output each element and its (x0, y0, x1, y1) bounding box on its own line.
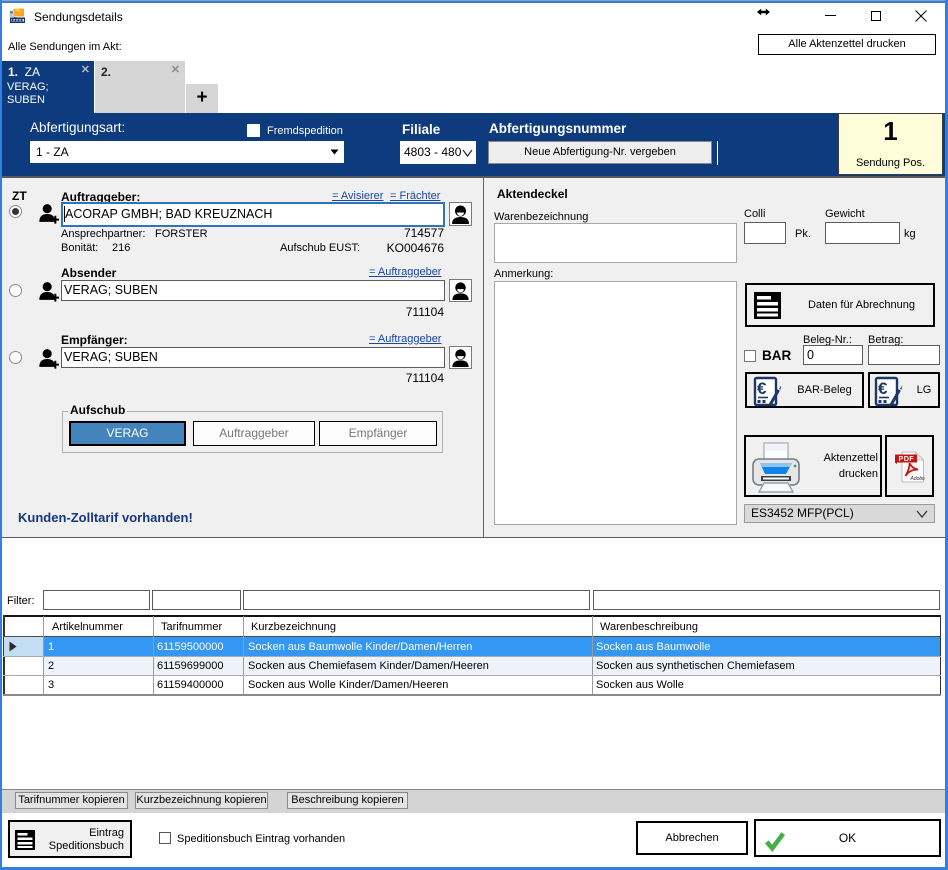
svg-text:€: € (878, 379, 888, 398)
svg-text:PDF: PDF (899, 454, 915, 463)
svg-text:€: € (757, 379, 767, 398)
svg-text:Adobe: Adobe (910, 476, 926, 482)
